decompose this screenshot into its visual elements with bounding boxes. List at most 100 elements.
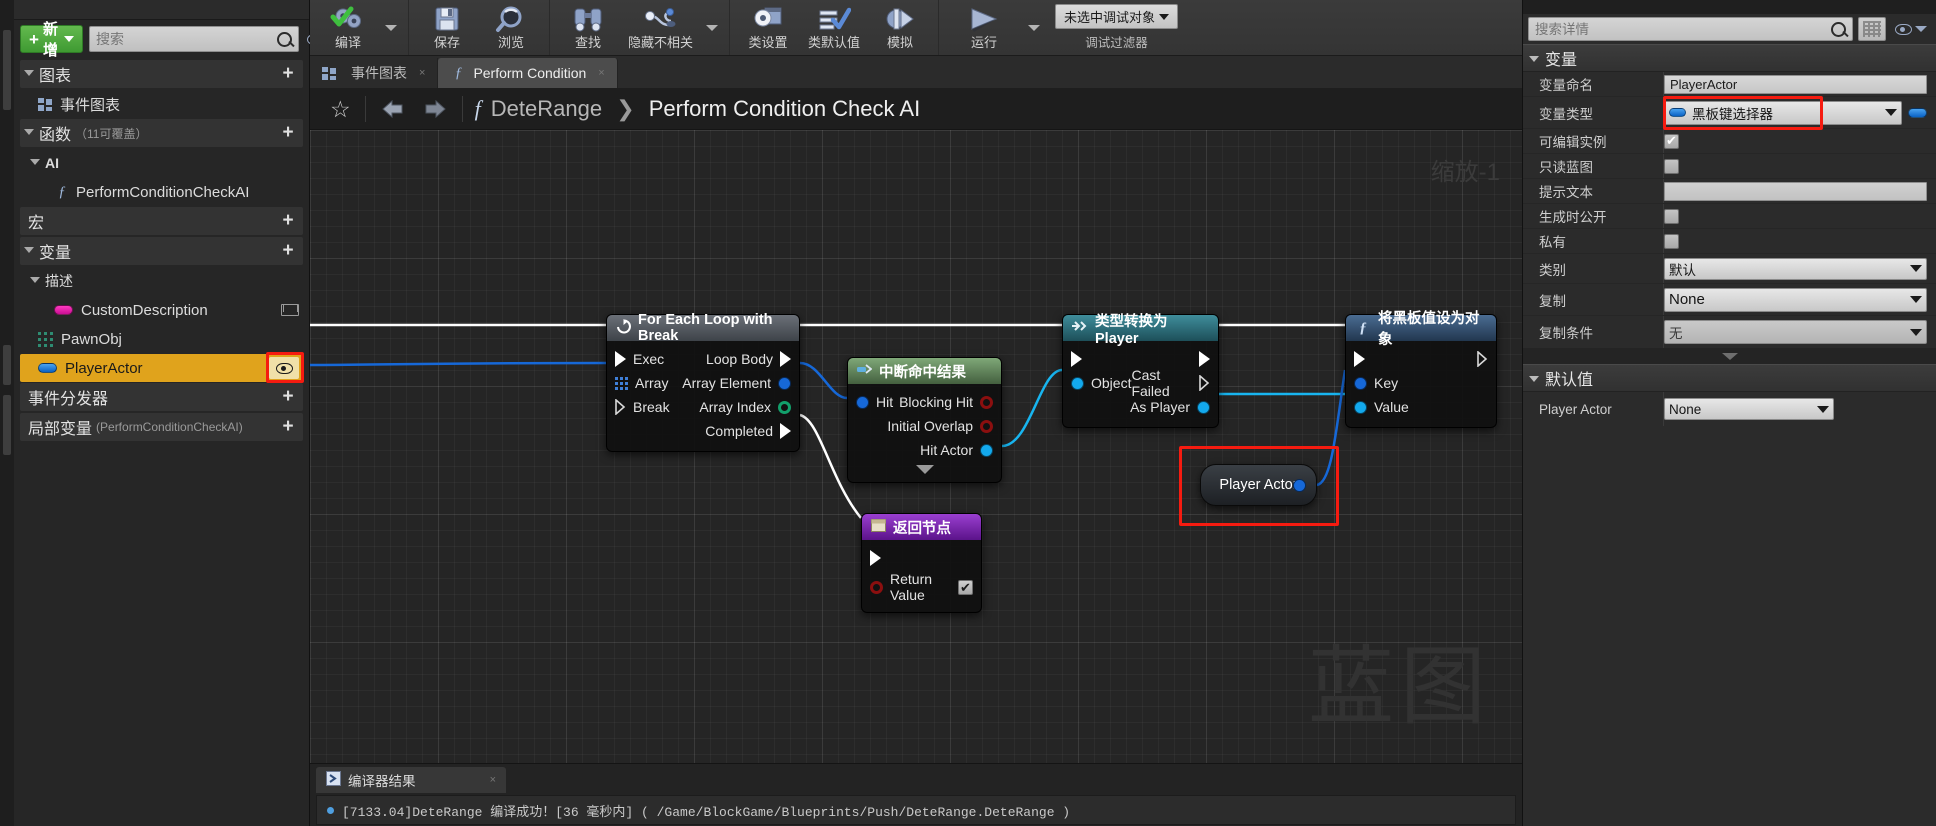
pin-value[interactable]: Value xyxy=(1346,399,1409,415)
pin-exec-out[interactable] xyxy=(1477,350,1496,368)
node-for-each-loop-with-break[interactable]: For Each Loop with Break Exec Loop Body … xyxy=(606,312,800,452)
compile-button[interactable]: 编译 xyxy=(316,0,380,55)
expose-on-spawn-checkbox[interactable] xyxy=(1664,208,1679,224)
pin-initial-overlap[interactable]: Initial Overlap xyxy=(887,418,1001,434)
pin-return-value[interactable]: Return Value xyxy=(862,571,958,603)
expand-node-triangle-icon[interactable] xyxy=(915,465,934,474)
pin-object[interactable]: Object xyxy=(1063,375,1131,391)
add-graph-button[interactable]: + xyxy=(277,63,299,85)
back-button[interactable] xyxy=(372,98,414,120)
pin-key[interactable]: Key xyxy=(1346,375,1398,391)
node-return-node[interactable]: 返回节点 Return Value ✔ xyxy=(861,513,982,613)
add-event-dispatcher-button[interactable]: + xyxy=(277,386,299,408)
return-value-checkbox[interactable]: ✔ xyxy=(958,579,981,595)
save-button[interactable]: 保存 xyxy=(415,0,479,55)
tab-event-graph[interactable]: 事件图表 × xyxy=(310,58,439,88)
play-options-caret[interactable] xyxy=(1023,0,1045,55)
compiler-log-row[interactable]: [7133.04]DeteRange 编译成功！[36 毫秒内] ( /Game… xyxy=(316,795,1516,825)
class-settings-button[interactable]: 类设置 xyxy=(736,0,800,55)
sidebar-section-graphs[interactable]: 图表 + xyxy=(20,60,303,88)
category-combo[interactable]: 默认 xyxy=(1664,257,1927,280)
panel-scroll-thumb-2[interactable] xyxy=(3,345,11,385)
details-splitter[interactable] xyxy=(1523,348,1936,364)
pin-exec-out[interactable] xyxy=(1199,351,1218,367)
sidebar-section-variables[interactable]: 变量 + xyxy=(20,237,303,265)
panel-scroll-track[interactable] xyxy=(0,0,14,826)
pin-exec-in[interactable] xyxy=(1346,351,1365,367)
pin-array-in[interactable]: Array xyxy=(607,375,668,391)
play-button[interactable]: 运行 xyxy=(945,0,1023,55)
tooltip-text-input[interactable] xyxy=(1664,181,1927,201)
pin-exec-in[interactable]: Exec xyxy=(607,351,664,367)
node-cast-to-player[interactable]: 类型转换为 Player Object Cast Failed As Playe… xyxy=(1062,314,1219,428)
sidebar-section-functions[interactable]: 函数 （11可覆盖） + xyxy=(20,119,303,147)
add-variable-button[interactable]: + xyxy=(277,240,299,262)
pin-array-index[interactable]: Array Index xyxy=(699,399,799,415)
add-new-button[interactable]: + 新增 xyxy=(20,21,83,59)
tab-compiler-results[interactable]: 编译器结果 × xyxy=(316,767,506,793)
compile-options-caret[interactable] xyxy=(380,0,402,55)
variable-type-combo[interactable]: 黑板键选择器 xyxy=(1664,100,1902,125)
details-search-input[interactable] xyxy=(1535,21,1831,37)
browse-button[interactable]: 浏览 xyxy=(479,0,543,55)
panel-scroll-thumb[interactable] xyxy=(3,30,11,110)
panel-scroll-thumb-3[interactable] xyxy=(3,395,11,455)
sidebar-section-macros[interactable]: 宏 + xyxy=(20,207,303,235)
sidebar-item-event-graph[interactable]: 事件图表 xyxy=(20,90,303,118)
hide-unrelated-options-caret[interactable] xyxy=(701,0,723,55)
object-pin-icon[interactable] xyxy=(1293,478,1306,492)
details-section-default-value[interactable]: 默认值 xyxy=(1523,364,1936,392)
pin-completed[interactable]: Completed xyxy=(705,423,799,439)
find-button[interactable]: 查找 xyxy=(556,0,620,55)
add-local-variable-button[interactable]: + xyxy=(277,416,299,438)
details-visibility-button[interactable] xyxy=(1891,23,1931,35)
details-search-box[interactable] xyxy=(1528,17,1853,41)
forward-button[interactable] xyxy=(414,98,456,120)
pin-cast-failed[interactable]: Cast Failed xyxy=(1131,367,1218,399)
instance-editable-checkbox[interactable]: ✔ xyxy=(1664,133,1679,149)
close-icon[interactable]: × xyxy=(490,774,496,786)
pin-hit[interactable]: Hit xyxy=(848,394,893,410)
node-break-hit-result[interactable]: 中断命中结果 Hit Blocking Hit Initial Overlap … xyxy=(847,357,1002,483)
sidebar-group-ai[interactable]: AI xyxy=(20,149,303,177)
sidebar-section-local-variables[interactable]: 局部变量 (PerformConditionCheckAI) + xyxy=(20,413,303,441)
pin-as-player[interactable]: As Player xyxy=(1130,399,1218,415)
hide-unrelated-button[interactable]: 隐藏不相关 xyxy=(620,0,701,55)
player-actor-default-combo[interactable]: None xyxy=(1664,398,1834,420)
close-icon[interactable]: × xyxy=(598,67,604,79)
favorite-star-icon[interactable]: ☆ xyxy=(322,97,359,121)
pin-blocking-hit[interactable]: Blocking Hit xyxy=(899,394,1001,410)
debug-object-selector[interactable]: 未选中调试对象 xyxy=(1055,4,1179,29)
grid-view-button[interactable] xyxy=(1858,17,1886,41)
simulation-button[interactable]: 模拟 xyxy=(868,0,932,55)
envelope-icon[interactable] xyxy=(281,304,299,316)
replication-combo[interactable]: None xyxy=(1664,287,1927,312)
node-set-blackboard-value-as-object[interactable]: ƒ 将黑板值设为对象 Key Value xyxy=(1345,311,1497,428)
sidebar-section-event-dispatchers[interactable]: 事件分发器 + xyxy=(20,383,303,411)
blueprint-read-only-checkbox[interactable] xyxy=(1664,158,1679,174)
sidebar-search-box[interactable] xyxy=(88,26,299,52)
variable-name-input[interactable]: PlayerActor xyxy=(1664,74,1927,94)
node-player-actor-get[interactable]: Player Actor xyxy=(1200,464,1317,506)
replication-condition-combo[interactable]: 无 xyxy=(1664,320,1927,344)
sidebar-item-custom-description[interactable]: CustomDescription xyxy=(20,296,303,324)
sidebar-item-pawnobj[interactable]: PawnObj xyxy=(20,325,303,353)
sidebar-group-description[interactable]: 描述 xyxy=(20,267,303,295)
breadcrumb-root[interactable]: DeteRange xyxy=(491,96,602,121)
pin-exec-in[interactable] xyxy=(1063,351,1082,367)
class-defaults-button[interactable]: 类默认值 xyxy=(800,0,868,55)
pin-loop-body[interactable]: Loop Body xyxy=(706,351,799,367)
add-function-button[interactable]: + xyxy=(277,122,299,144)
private-checkbox[interactable] xyxy=(1664,233,1679,249)
tab-perform-condition[interactable]: ƒ Perform Condition × xyxy=(438,58,618,88)
pin-array-element[interactable]: Array Element xyxy=(682,375,799,391)
sidebar-item-playeractor[interactable]: PlayerActor xyxy=(20,352,304,383)
sidebar-item-perform-condition-check-ai[interactable]: ƒ PerformConditionCheckAI xyxy=(20,178,303,206)
pin-hit-actor[interactable]: Hit Actor xyxy=(920,442,1001,458)
playeractor-visibility-eye-icon[interactable] xyxy=(269,357,299,379)
add-macro-button[interactable]: + xyxy=(277,210,299,232)
pin-break[interactable]: Break xyxy=(607,398,670,416)
blueprint-canvas[interactable]: 缩放-1 蓝图 For Each Loop with Break Exec Lo… xyxy=(310,130,1522,763)
search-input[interactable] xyxy=(95,31,277,47)
details-section-variable[interactable]: 变量 xyxy=(1523,44,1936,72)
